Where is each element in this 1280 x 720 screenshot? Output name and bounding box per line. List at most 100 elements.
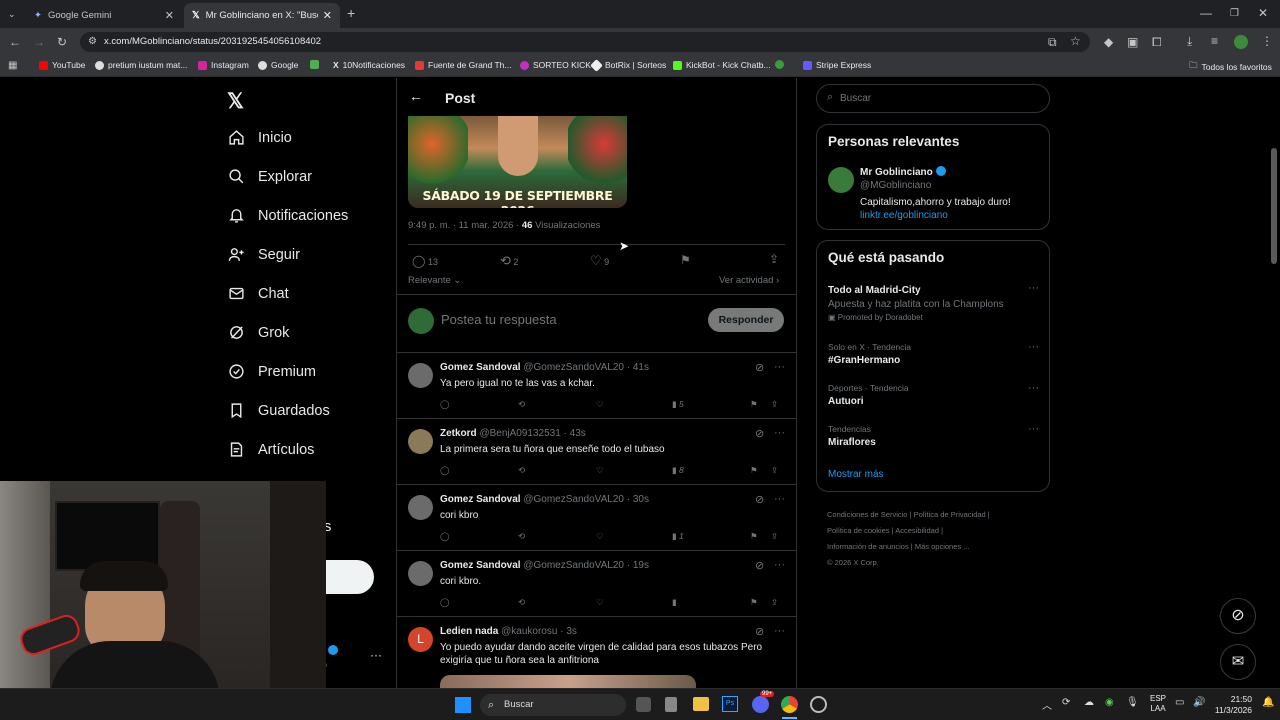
more-icon[interactable]: ···: [774, 361, 785, 373]
comment-icon[interactable]: ◯: [440, 465, 450, 476]
reply-author[interactable]: Gomez Sandoval: [440, 362, 521, 373]
nav-chat[interactable]: Chat: [228, 285, 289, 302]
more-icon[interactable]: ···: [1028, 382, 1039, 394]
footer-link[interactable]: Accesibilidad: [895, 526, 939, 535]
install-icon[interactable]: ⧉: [1048, 36, 1057, 48]
repost-icon[interactable]: ⟲: [518, 531, 525, 542]
discord-icon[interactable]: [752, 696, 769, 713]
footer-link[interactable]: Condiciones de Servicio: [827, 510, 907, 519]
nav-home[interactable]: Inicio: [228, 129, 292, 146]
chrome-icon[interactable]: [781, 696, 798, 713]
bookmark-star-icon[interactable]: ☆: [1070, 35, 1081, 47]
windows-start-icon[interactable]: [455, 697, 471, 713]
bookmark-icon[interactable]: ⚑: [750, 465, 758, 476]
views-icon[interactable]: ▮ 5: [672, 399, 684, 410]
bookmark-instagram[interactable]: Instagram: [198, 60, 249, 70]
views-icon[interactable]: ▮ 1: [672, 531, 684, 542]
show-more-link[interactable]: Mostrar más: [828, 469, 884, 480]
more-icon[interactable]: ···: [774, 559, 785, 571]
grok-fab-icon[interactable]: ⊘: [1220, 598, 1256, 634]
more-icon[interactable]: ···: [774, 493, 785, 505]
nav-grok[interactable]: Grok: [228, 324, 289, 341]
forward-icon[interactable]: →: [33, 36, 45, 48]
close-tab-icon[interactable]: ✕: [165, 9, 174, 22]
avatar[interactable]: [828, 167, 854, 193]
restore-icon[interactable]: ❐: [1230, 8, 1239, 20]
trend-item[interactable]: Deportes · Tendencia Autuori: [828, 383, 1038, 407]
x-logo-icon[interactable]: 𝕏: [227, 89, 244, 114]
reply-author[interactable]: Gomez Sandoval: [440, 494, 521, 505]
bookmark-icon[interactable]: ⚑: [750, 531, 758, 542]
download-icon[interactable]: ⤓: [1187, 35, 1192, 47]
extensions-puzzle-icon[interactable]: ⧠: [1152, 36, 1162, 48]
avatar[interactable]: [408, 363, 433, 388]
bookmark-green[interactable]: [775, 60, 784, 69]
footer-link[interactable]: Política de Privacidad: [914, 510, 986, 519]
bookmark-stripe[interactable]: Stripe Express: [803, 60, 871, 70]
more-icon[interactable]: ···: [1028, 423, 1039, 435]
post-timestamp[interactable]: 9:49 p. m. · 11 mar. 2026 ·: [408, 220, 522, 231]
reply-author[interactable]: Ledien nada: [440, 626, 498, 637]
list-item[interactable]: Gomez Sandoval @GomezSandoVAL20 · 41s ⊘ …: [397, 352, 796, 418]
more-icon[interactable]: ···: [774, 625, 785, 637]
tab-search-icon[interactable]: ⌄: [8, 8, 16, 20]
nav-notifications[interactable]: Notificaciones: [228, 207, 348, 224]
volume-icon[interactable]: 🔊: [1193, 697, 1205, 708]
minimize-icon[interactable]: —: [1200, 7, 1212, 19]
repost-icon[interactable]: ⟲: [518, 465, 525, 476]
microphone-icon[interactable]: 🎙: [1126, 697, 1139, 708]
tab-gemini[interactable]: ✦ Google Gemini ✕: [26, 3, 182, 28]
bookmark-icon[interactable]: ⚑: [680, 253, 691, 267]
bookmark-icon[interactable]: ⚑: [750, 597, 758, 608]
list-item[interactable]: Gomez Sandoval @GomezSandoVAL20 · 19s ⊘ …: [397, 550, 796, 616]
reply-submit-button[interactable]: Responder: [708, 308, 784, 332]
new-tab-icon[interactable]: +: [347, 6, 355, 20]
tray-icon[interactable]: ⟳: [1062, 697, 1070, 708]
more-icon[interactable]: ···: [1028, 282, 1039, 294]
back-icon[interactable]: ←: [9, 36, 21, 48]
bookmark-kickbot[interactable]: KickBot - Kick Chatb...: [673, 60, 771, 70]
bookmark-10notificaciones[interactable]: X 10Notificaciones: [333, 60, 405, 70]
post-image[interactable]: SÁBADO 19 DE SEPTIEMBRE 2026: [408, 116, 627, 208]
view-activity-link[interactable]: Ver actividad ›: [719, 275, 779, 286]
bookmark-pinwheel[interactable]: [310, 60, 319, 69]
trend-item[interactable]: Solo en X · Tendencia #GranHermano: [828, 342, 1038, 366]
back-arrow-icon[interactable]: ←: [409, 88, 423, 104]
bookmark-pretium[interactable]: pretium iustum mat...: [95, 60, 187, 70]
avatar[interactable]: L: [408, 627, 433, 652]
extension-icon-2[interactable]: ▣: [1127, 36, 1138, 48]
nav-bookmarks[interactable]: Guardados: [228, 402, 330, 419]
grok-icon[interactable]: ⊘: [755, 427, 764, 440]
file-explorer-icon[interactable]: [693, 697, 709, 711]
sort-dropdown[interactable]: Relevante ⌄: [408, 275, 461, 286]
share-icon[interactable]: ⇪: [771, 465, 778, 476]
trend-item[interactable]: Todo al Madrid-City Apuesta y haz platit…: [828, 285, 1038, 322]
list-item[interactable]: L Ledien nada @kaukorosu · 3s ⊘ ··· Yo p…: [397, 616, 796, 688]
close-window-icon[interactable]: ✕: [1258, 7, 1268, 19]
menu-kebab-icon[interactable]: ⋮: [1261, 35, 1273, 47]
clock[interactable]: 21:50 11/3/2026: [1210, 694, 1252, 716]
person-name[interactable]: Mr Goblinciano: [860, 166, 946, 178]
bookmark-sorteo-kick[interactable]: SORTEO KICK: [520, 60, 591, 70]
trend-item[interactable]: Tendencias Miraflores: [828, 424, 1038, 448]
person-link[interactable]: linktr.ee/goblinciano: [860, 210, 948, 221]
site-info-icon[interactable]: ⚙: [88, 32, 97, 52]
reply-author[interactable]: Gomez Sandoval: [440, 560, 521, 571]
share-icon[interactable]: ⇪: [771, 399, 778, 410]
footer-link[interactable]: Información de anuncios: [827, 542, 909, 551]
heart-icon[interactable]: ♡: [596, 465, 604, 476]
avatar[interactable]: [408, 429, 433, 454]
close-tab-icon[interactable]: ✕: [323, 9, 332, 22]
reply-input[interactable]: Postea tu respuesta: [441, 312, 557, 327]
app-icon[interactable]: [665, 697, 677, 712]
like-action[interactable]: ♡ 9: [590, 253, 609, 269]
tray-chevron-icon[interactable]: ︿: [1042, 697, 1052, 712]
heart-icon[interactable]: ♡: [596, 399, 604, 410]
share-icon[interactable]: ⇪: [771, 597, 778, 608]
repost-icon[interactable]: ⟲: [518, 597, 525, 608]
heart-icon[interactable]: ♡: [596, 531, 604, 542]
reply-action[interactable]: ◯ 13: [412, 254, 438, 268]
task-view-icon[interactable]: [636, 697, 651, 712]
more-icon[interactable]: ···: [1028, 341, 1039, 353]
reply-author[interactable]: Zetkord: [440, 428, 477, 439]
